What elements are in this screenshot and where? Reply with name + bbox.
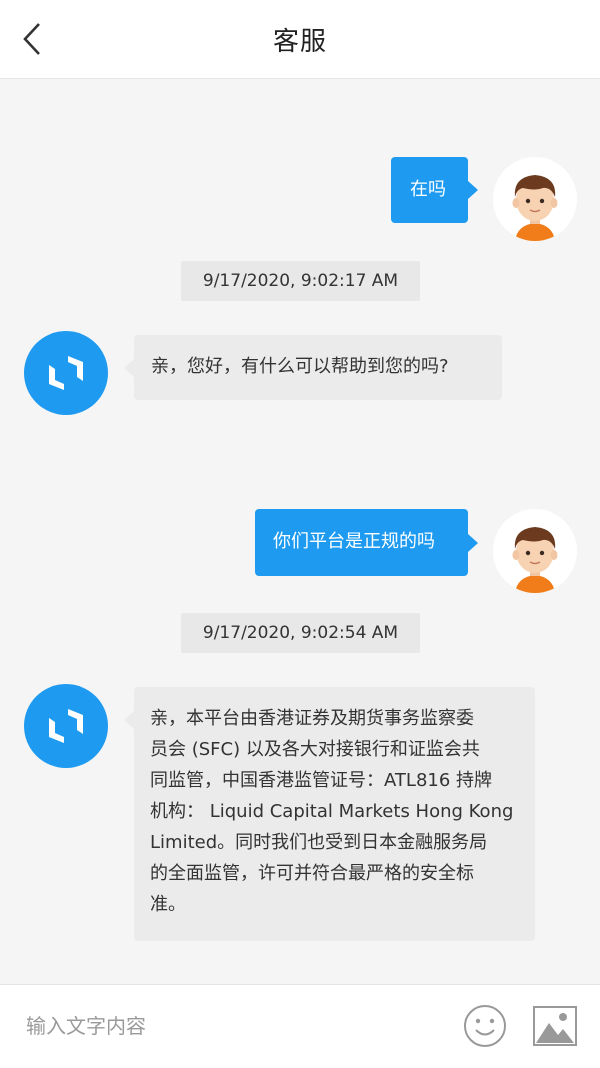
smiley-icon bbox=[464, 1005, 506, 1047]
image-button[interactable] bbox=[532, 1005, 578, 1047]
message-timestamp: 9/17/2020, 9:02:17 AM bbox=[181, 261, 420, 301]
boy-avatar-icon bbox=[512, 175, 558, 241]
incoming-message-bubble[interactable]: 亲，本平台由香港证券及期货事务监察委 员会 (SFC) 以及各大对接银行和证监会… bbox=[124, 687, 535, 941]
chat-area[interactable]: 在吗 9/17/2020, 9:02:17 AM 亲，您好，有什么可以帮助到您的… bbox=[0, 79, 600, 984]
support-avatar[interactable] bbox=[24, 684, 108, 768]
message-line: Limited。同时我们也受到日本金融服务局 bbox=[150, 832, 488, 853]
message-line: 的全面监管，许可并符合最严格的安全标 bbox=[150, 863, 474, 884]
user-avatar[interactable] bbox=[493, 157, 577, 241]
message-text: 你们平台是正规的吗 bbox=[273, 531, 435, 552]
image-icon bbox=[533, 1006, 577, 1046]
message-text: 亲，您好，有什么可以帮助到您的吗? bbox=[151, 356, 449, 377]
message-line: 准。 bbox=[150, 894, 186, 915]
back-button[interactable] bbox=[14, 20, 50, 58]
support-logo-icon bbox=[24, 331, 108, 415]
incoming-message-bubble[interactable]: 亲，您好，有什么可以帮助到您的吗? bbox=[124, 335, 502, 400]
message-line: 机构： Liquid Capital Markets Hong Kong bbox=[150, 801, 514, 822]
boy-avatar-icon bbox=[512, 527, 558, 593]
message-line: 员会 (SFC) 以及各大对接银行和证监会共 bbox=[150, 739, 480, 760]
message-input-bar bbox=[0, 984, 600, 1068]
chevron-left-icon bbox=[23, 23, 40, 55]
support-avatar[interactable] bbox=[24, 331, 108, 415]
header-bar: 客服 bbox=[0, 0, 600, 79]
message-timestamp: 9/17/2020, 9:02:54 AM bbox=[181, 613, 420, 653]
page-title: 客服 bbox=[272, 26, 327, 57]
message-line: 同监管，中国香港监管证号：ATL816 持牌 bbox=[150, 770, 493, 791]
message-line: 亲，本平台由香港证券及期货事务监察委 bbox=[150, 708, 474, 729]
support-logo-icon bbox=[24, 684, 108, 768]
message-text: 在吗 bbox=[410, 179, 446, 200]
outgoing-message-bubble[interactable]: 你们平台是正规的吗 bbox=[255, 509, 478, 576]
emoji-button[interactable] bbox=[462, 1003, 508, 1049]
message-input[interactable] bbox=[24, 1003, 438, 1049]
outgoing-message-bubble[interactable]: 在吗 bbox=[391, 157, 478, 223]
user-avatar[interactable] bbox=[493, 509, 577, 593]
